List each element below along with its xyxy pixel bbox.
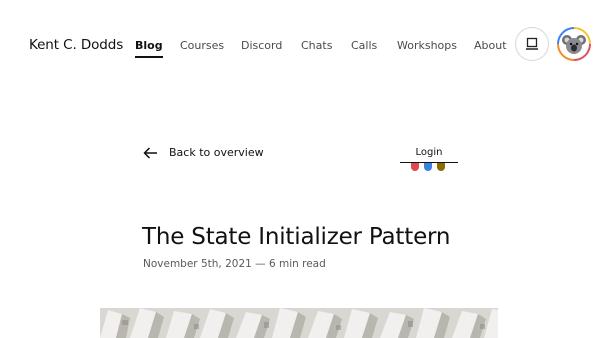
blue-dot-icon <box>424 163 432 171</box>
active-nav-underline <box>135 56 163 58</box>
nav-link-label: Workshops <box>397 39 458 52</box>
theme-toggle-button[interactable] <box>515 27 549 61</box>
login-widget[interactable]: Login <box>399 145 459 175</box>
nav-link-label: About <box>474 39 507 52</box>
nav-link-workshops[interactable]: Workshops <box>397 39 457 52</box>
nav-link-blog[interactable]: Blog <box>135 39 163 58</box>
user-avatar-button[interactable] <box>557 27 591 61</box>
article-title: The State Initializer Pattern <box>142 224 451 250</box>
nav-link-chats[interactable]: Chats <box>301 39 332 52</box>
nav-link-calls[interactable]: Calls <box>351 39 377 52</box>
nav-link-label: Calls <box>351 39 378 52</box>
laptop-icon <box>526 37 538 50</box>
nav-link-label: Blog <box>135 39 163 52</box>
olive-dot-icon <box>437 163 445 171</box>
site-logo-link[interactable]: Kent C. Dodds <box>29 37 123 53</box>
nav-link-label: Chats <box>301 39 333 52</box>
back-to-overview-link[interactable]: Back to overview <box>143 146 264 159</box>
nav-link-label: Discord <box>241 39 283 52</box>
koala-avatar <box>559 29 589 59</box>
back-link-label: Back to overview <box>169 146 264 159</box>
nav-link-label: Courses <box>180 39 225 52</box>
nav-link-discord[interactable]: Discord <box>241 39 282 52</box>
hero-image <box>100 308 498 338</box>
arrow-left-icon <box>143 146 157 159</box>
article-meta: November 5th, 2021 — 6 min read <box>143 258 326 270</box>
nav-link-about[interactable]: About <box>474 39 507 52</box>
login-label: Login <box>415 147 443 158</box>
red-dot-icon <box>411 163 419 171</box>
nav-link-courses[interactable]: Courses <box>180 39 224 52</box>
geometric-building-facade <box>100 308 498 338</box>
